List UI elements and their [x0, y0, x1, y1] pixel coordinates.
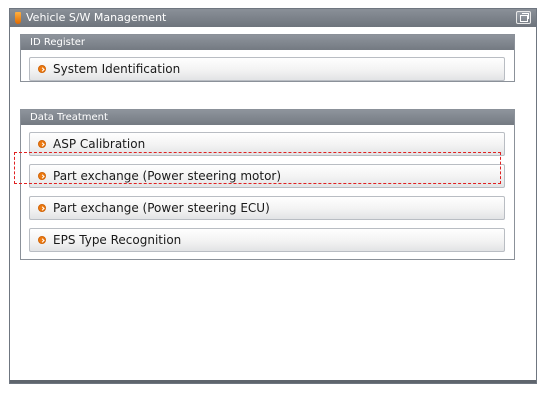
- eps-type-recognition-button[interactable]: EPS Type Recognition: [29, 228, 505, 252]
- selection-highlight: [14, 152, 501, 184]
- data-treatment-group: Data Treatment ASP Calibration Part exch…: [20, 109, 515, 260]
- id-register-header: ID Register: [21, 35, 514, 50]
- app-icon: [15, 12, 21, 24]
- vehicle-sw-management-window: Vehicle S/W Management ID Register Syste…: [9, 8, 537, 384]
- window-title: Vehicle S/W Management: [26, 11, 167, 24]
- id-register-group: ID Register System Identification: [20, 34, 515, 82]
- part-exchange-ecu-button[interactable]: Part exchange (Power steering ECU): [29, 196, 505, 220]
- orange-bullet-icon: [38, 236, 46, 244]
- part-exchange-ecu-label: Part exchange (Power steering ECU): [53, 201, 270, 215]
- system-identification-button[interactable]: System Identification: [29, 57, 505, 81]
- window-bottom-border: [10, 380, 536, 383]
- orange-bullet-icon: [38, 204, 46, 212]
- system-identification-label: System Identification: [53, 62, 181, 76]
- orange-bullet-icon: [38, 140, 46, 148]
- orange-bullet-icon: [38, 65, 46, 73]
- data-treatment-header: Data Treatment: [21, 110, 514, 125]
- title-bar: Vehicle S/W Management: [10, 9, 536, 27]
- eps-type-recognition-label: EPS Type Recognition: [53, 233, 182, 247]
- restore-window-icon[interactable]: [516, 11, 531, 24]
